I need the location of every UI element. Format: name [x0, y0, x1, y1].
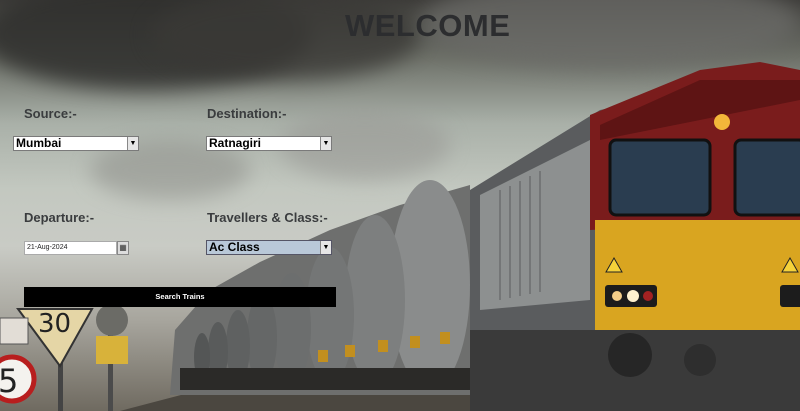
travellers-class-select[interactable]: Ac Class ▼: [206, 240, 332, 255]
source-select-value: Mumbai: [16, 136, 62, 150]
train-illustration: [0, 62, 800, 411]
app-window: 30 5 WELCOME Source:- Mumbai ▼ Destinati…: [0, 0, 800, 411]
calendar-icon[interactable]: ▦: [117, 241, 129, 255]
departure-label: Departure:-: [24, 210, 95, 225]
source-select[interactable]: Mumbai ▼: [13, 136, 139, 151]
departure-date-input[interactable]: 21-Aug-2024: [24, 241, 117, 255]
destination-select[interactable]: Ratnagiri ▼: [206, 136, 332, 151]
travellers-class-label: Travellers & Class:-: [207, 210, 328, 225]
destination-select-value: Ratnagiri: [209, 136, 262, 150]
number-sign-text: 5: [0, 362, 19, 400]
travellers-class-select-value: Ac Class: [209, 240, 260, 254]
speed-limit-sign-text: 30: [38, 309, 72, 339]
destination-label: Destination:-: [207, 106, 287, 121]
page-title: WELCOME: [345, 8, 511, 43]
source-label: Source:-: [24, 106, 77, 121]
chevron-down-icon[interactable]: ▼: [320, 241, 331, 254]
chevron-down-icon[interactable]: ▼: [320, 137, 331, 150]
chevron-down-icon[interactable]: ▼: [127, 137, 138, 150]
search-trains-button[interactable]: Search Trains: [24, 287, 336, 307]
